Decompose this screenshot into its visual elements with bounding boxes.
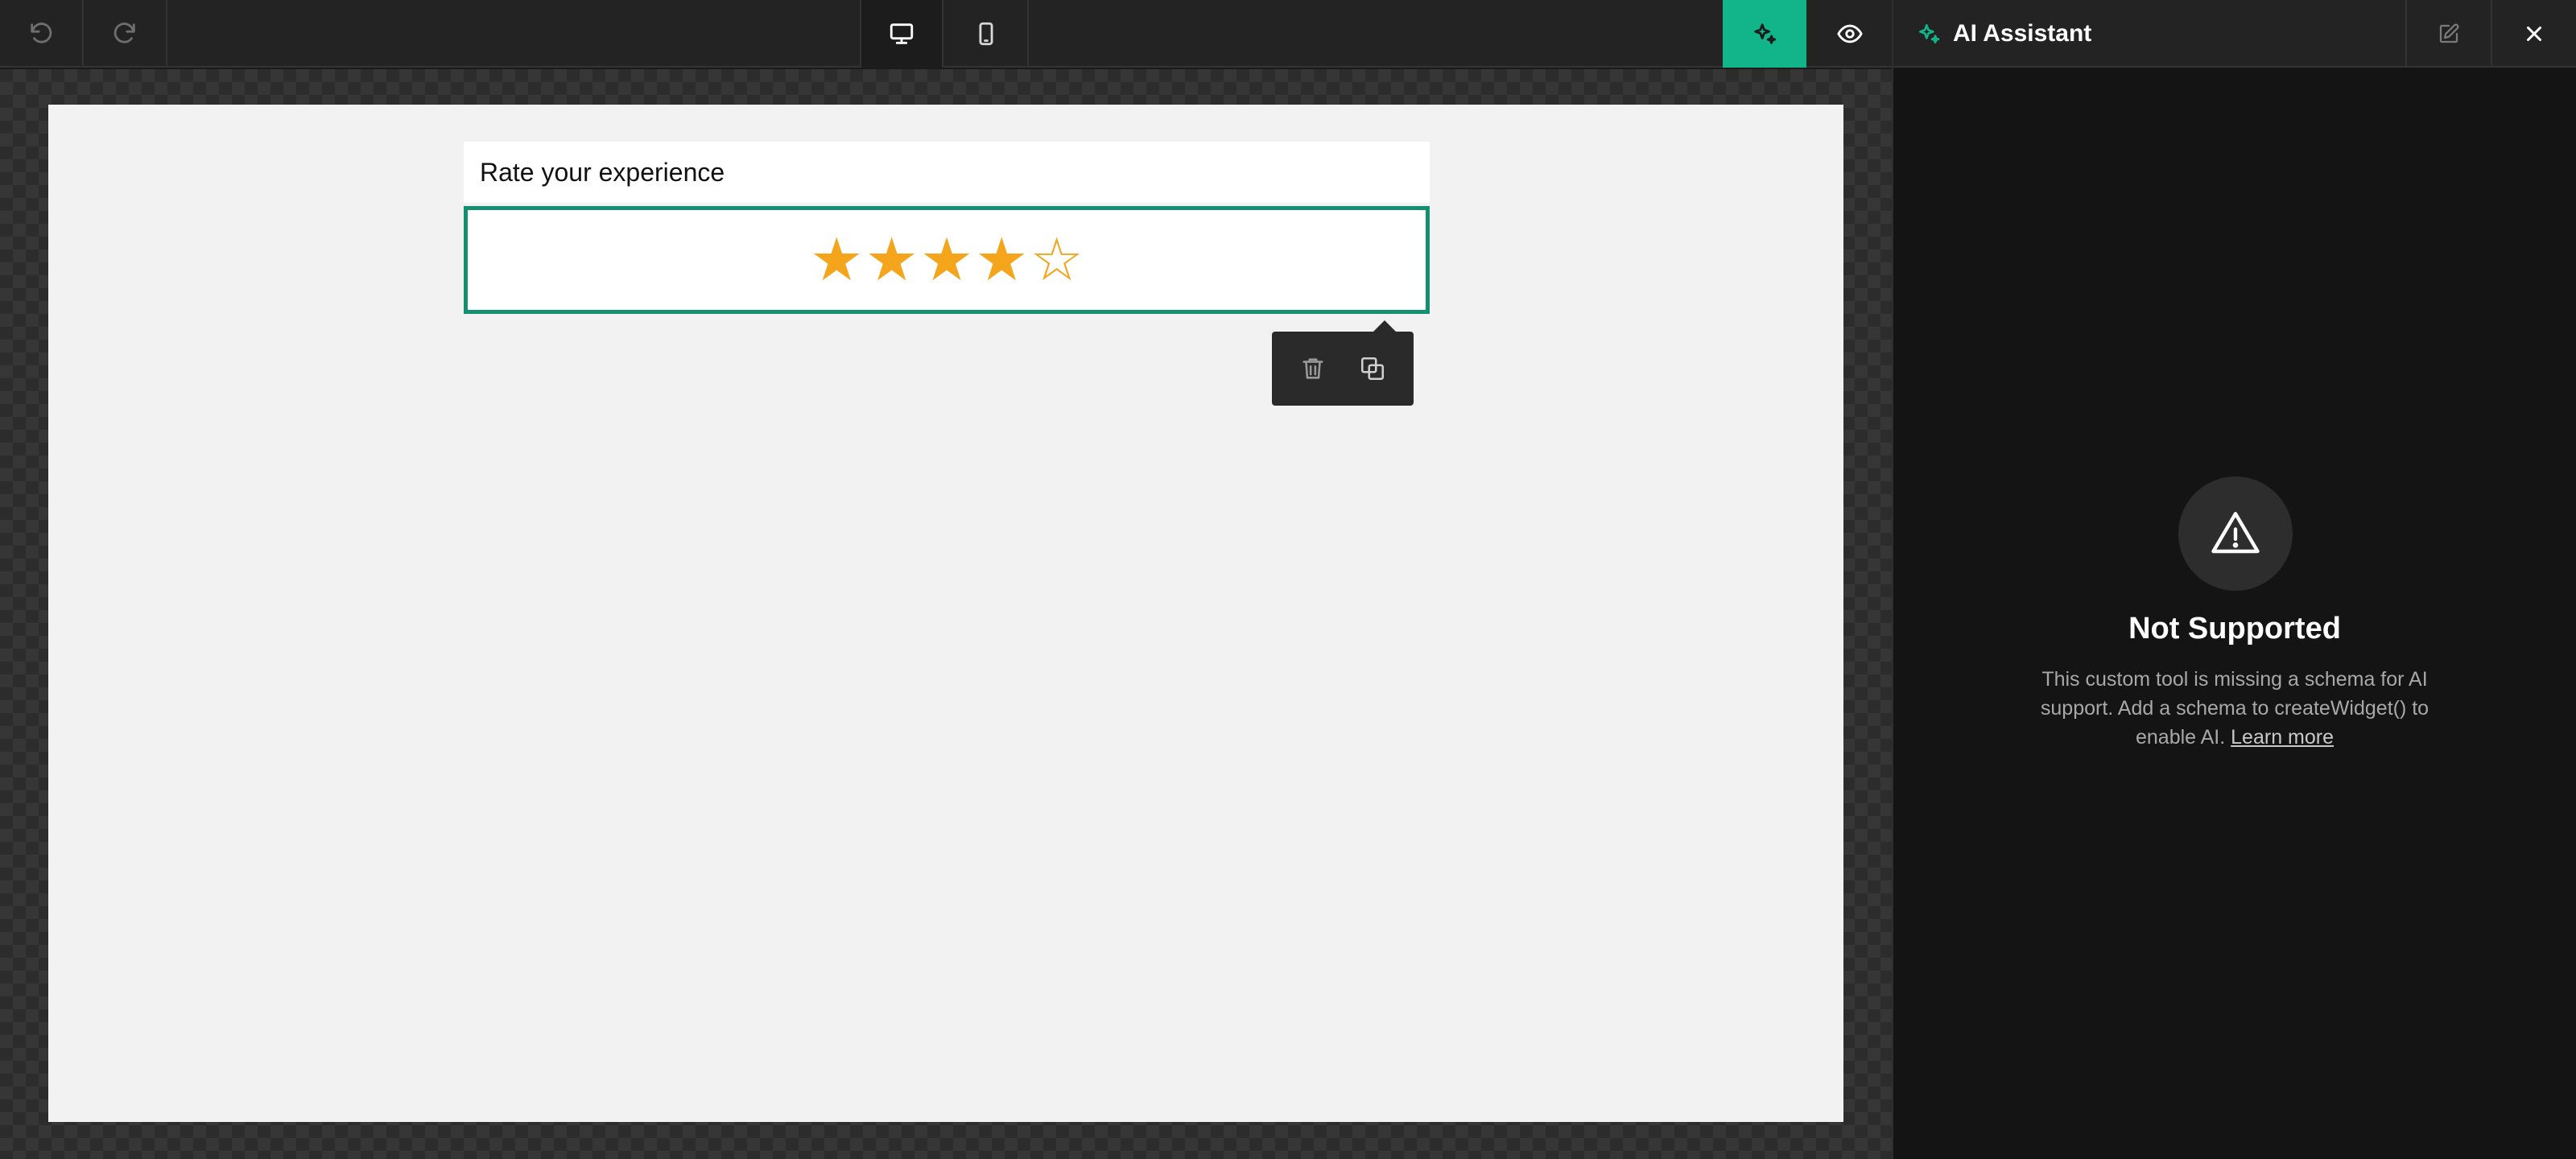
- duplicate-block-button[interactable]: [1352, 349, 1393, 389]
- undo-icon: [31, 23, 52, 43]
- warning-triangle-icon: [2211, 512, 2260, 554]
- undo-button[interactable]: [0, 0, 84, 68]
- star-rating-block[interactable]: ★ ★ ★ ★ ☆: [464, 206, 1430, 314]
- sparkles-icon: [1919, 24, 1940, 43]
- duplicate-icon: [1360, 357, 1385, 381]
- desktop-icon: [890, 23, 914, 44]
- block-action-toolbar: [1272, 320, 1414, 406]
- eye-icon: [1837, 24, 1863, 43]
- star-filled[interactable]: ★: [920, 230, 973, 290]
- ai-panel-header: AI Assistant: [1893, 0, 2576, 68]
- heading-text: Rate your experience: [480, 158, 725, 187]
- preview-button[interactable]: [1808, 0, 1892, 68]
- ai-assistant-panel: AI Assistant Not Supported This custom t…: [1892, 0, 2576, 1159]
- editor-canvas: Rate your experience ★ ★ ★ ★ ☆: [0, 69, 1892, 1159]
- heading-block[interactable]: Rate your experience: [464, 142, 1430, 203]
- warning-badge: [2178, 476, 2293, 591]
- star-filled[interactable]: ★: [865, 230, 918, 290]
- ai-panel-title: AI Assistant: [1953, 20, 2092, 47]
- edit-icon: [2439, 23, 2459, 43]
- redo-icon: [114, 23, 135, 43]
- sparkles-icon: [1754, 23, 1777, 44]
- trash-icon: [1302, 358, 1323, 379]
- ai-panel-title-group: AI Assistant: [1916, 0, 2091, 68]
- learn-more-link[interactable]: Learn more: [2231, 726, 2334, 749]
- star-filled[interactable]: ★: [810, 230, 863, 290]
- delete-block-button[interactable]: [1293, 349, 1333, 389]
- redo-button[interactable]: [84, 0, 167, 68]
- mobile-icon: [979, 22, 993, 46]
- design-page: Rate your experience ★ ★ ★ ★ ☆: [48, 105, 1843, 1122]
- close-icon: [2527, 27, 2541, 41]
- star-filled[interactable]: ★: [975, 230, 1028, 290]
- star-empty[interactable]: ☆: [1030, 230, 1084, 290]
- not-supported-title: Not Supported: [2128, 612, 2341, 645]
- close-panel-button[interactable]: [2491, 0, 2576, 68]
- edit-button[interactable]: [2405, 0, 2491, 68]
- editor-toolbar: [0, 0, 1892, 68]
- star-rating: ★ ★ ★ ★ ☆: [810, 230, 1084, 290]
- ai-assistant-toggle[interactable]: [1723, 0, 1806, 68]
- mobile-view-button[interactable]: [945, 0, 1029, 68]
- not-supported-message: This custom tool is missing a schema for…: [2025, 665, 2444, 752]
- desktop-view-button[interactable]: [860, 0, 943, 68]
